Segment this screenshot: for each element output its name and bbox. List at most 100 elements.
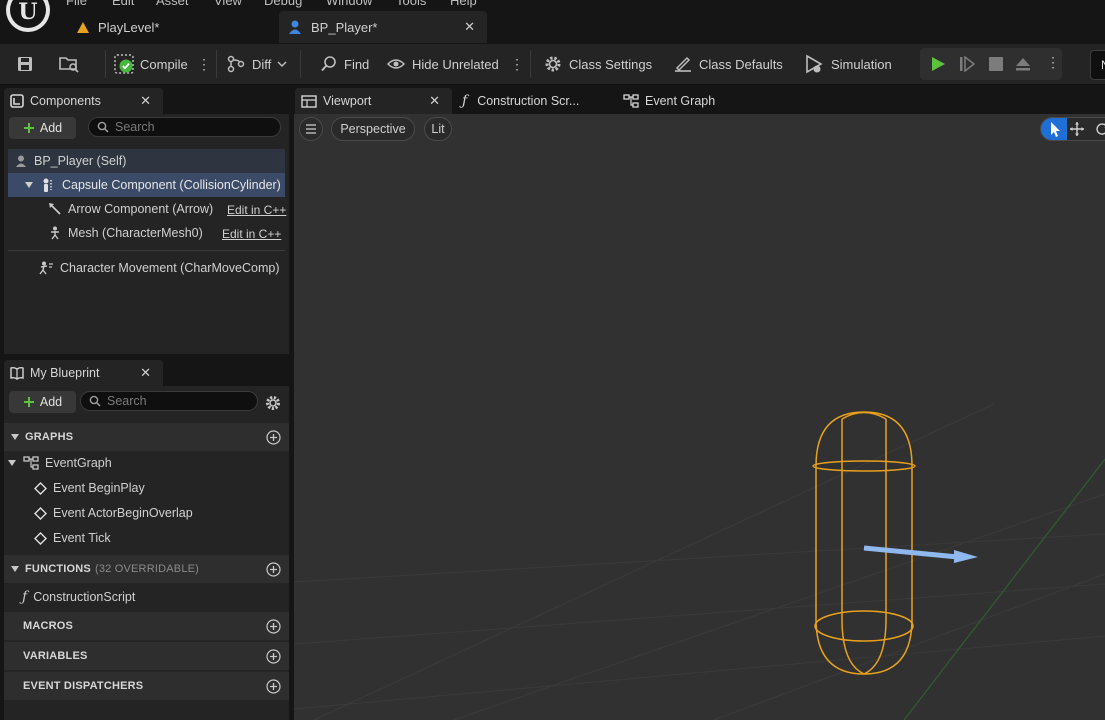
rotate-tool-icon[interactable] [1095, 122, 1105, 136]
variables-section-header[interactable]: VARIABLES [4, 642, 289, 670]
add-component-button[interactable]: Add [9, 117, 76, 139]
add-dispatcher-icon[interactable] [266, 679, 281, 694]
functions-section-header[interactable]: FUNCTIONS (32 OVERRIDABLE) [4, 555, 289, 583]
close-icon[interactable]: ✕ [140, 365, 151, 381]
eject-icon[interactable] [1015, 56, 1031, 72]
tab-viewport[interactable]: Viewport ✕ [295, 88, 452, 114]
perspective-button[interactable]: Perspective [331, 117, 415, 141]
menu-help[interactable]: Help [450, 0, 477, 8]
edit-in-cpp-link[interactable]: Edit in C++ [227, 203, 286, 217]
tree-item-arrow[interactable]: Arrow Component (Arrow) [48, 197, 213, 221]
event-icon [34, 531, 47, 545]
class-defaults-icon [673, 54, 693, 74]
compile-success-icon [114, 54, 134, 74]
browse-button[interactable] [58, 44, 80, 84]
viewport-icon [301, 94, 317, 108]
components-tab[interactable]: Components ✕ [4, 88, 163, 114]
menu-window[interactable]: Window [326, 0, 372, 8]
tree-item-capsule[interactable]: Capsule Component (CollisionCylinder) [8, 173, 285, 197]
tab-label: Construction Scr... [477, 94, 580, 108]
grid-axis-y [903, 458, 1105, 720]
viewport-menu-button[interactable] [299, 117, 323, 141]
doc-tab-playlevel[interactable]: PlayLevel* [64, 11, 276, 43]
collapse-arrow-icon [10, 432, 20, 442]
menu-view[interactable]: View [214, 0, 242, 8]
menu-tools[interactable]: Tools [396, 0, 426, 8]
close-icon[interactable]: ✕ [140, 93, 151, 109]
add-function-icon[interactable] [266, 562, 281, 577]
simulation-label: Simulation [831, 56, 892, 72]
actor-self-icon [14, 154, 28, 168]
event-item[interactable]: Event Tick [34, 526, 111, 550]
move-tool-icon[interactable] [1069, 121, 1085, 137]
find-button[interactable]: Find [320, 44, 369, 84]
play-icon[interactable] [930, 56, 946, 72]
menu-asset[interactable]: Asset [156, 0, 189, 8]
dispatchers-section-header[interactable]: EVENT DISPATCHERS [4, 672, 289, 700]
search-placeholder: Search [115, 120, 155, 134]
advance-frame-icon[interactable] [959, 56, 975, 72]
event-graph-item[interactable]: EventGraph [7, 451, 112, 475]
hide-unrelated-button[interactable]: Hide Unrelated [386, 44, 499, 84]
settings-gear-icon[interactable] [264, 394, 282, 412]
hide-options-icon[interactable]: ⋮ [510, 44, 524, 84]
save-button[interactable] [16, 44, 34, 84]
compile-label: Compile [140, 56, 188, 72]
tree-item-mesh[interactable]: Mesh (CharacterMesh0) [48, 221, 203, 245]
components-search-input[interactable]: Search [88, 117, 281, 137]
event-item[interactable]: Event ActorBeginOverlap [34, 501, 193, 525]
tab-construction-script[interactable]: ƒ Construction Scr... [462, 88, 579, 114]
macros-section-header[interactable]: MACROS [4, 612, 289, 640]
add-graph-icon[interactable] [266, 430, 281, 445]
graphs-section-header[interactable]: GRAPHS [4, 423, 289, 451]
add-macro-icon[interactable] [266, 619, 281, 634]
character-movement-icon [38, 261, 54, 275]
viewport-canvas[interactable] [294, 114, 1105, 720]
tree-item-root[interactable]: BP_Player (Self) [8, 149, 285, 173]
add-variable-icon[interactable] [266, 649, 281, 664]
lit-mode-button[interactable]: Lit [424, 117, 452, 141]
forward-arrow [863, 545, 978, 563]
close-icon[interactable]: ✕ [429, 93, 440, 109]
tree-item-movement[interactable]: Character Movement (CharMoveComp) [38, 256, 280, 280]
play-options-icon[interactable]: ⋮ [1046, 54, 1060, 71]
tree-item-label: Capsule Component (CollisionCylinder) [62, 178, 281, 192]
collapse-arrow-icon[interactable] [24, 180, 34, 190]
compile-options-icon[interactable]: ⋮ [197, 44, 211, 84]
event-graph-icon [23, 456, 39, 470]
simulation-button[interactable]: Simulation [803, 44, 892, 84]
doc-tab-label: PlayLevel* [98, 19, 160, 35]
menu-edit[interactable]: Edit [112, 0, 134, 8]
edit-in-cpp-link[interactable]: Edit in C++ [222, 227, 281, 241]
diff-button[interactable]: Diff [226, 44, 287, 84]
class-defaults-button[interactable]: Class Defaults [673, 44, 783, 84]
my-blueprint-tab-label: My Blueprint [30, 366, 100, 380]
capsule-collision-wireframe [812, 411, 916, 675]
my-blueprint-tab[interactable]: My Blueprint ✕ [4, 360, 163, 386]
function-label: ConstructionScript [33, 590, 136, 604]
platform-button[interactable]: N [1090, 50, 1105, 80]
tab-label: Viewport [323, 94, 372, 108]
construction-script-item[interactable]: ƒ ConstructionScript [22, 585, 135, 609]
search-icon [97, 121, 109, 133]
tree-item-label: Character Movement (CharMoveComp) [60, 261, 280, 275]
menu-file[interactable]: File [66, 0, 87, 8]
function-icon: ƒ [462, 93, 468, 109]
compile-button[interactable]: Compile [114, 44, 188, 84]
collapse-arrow-icon[interactable] [7, 458, 17, 468]
class-settings-button[interactable]: Class Settings [543, 44, 652, 84]
menu-debug[interactable]: Debug [264, 0, 302, 8]
add-member-button[interactable]: Add [9, 391, 76, 413]
search-placeholder: Search [107, 394, 147, 408]
find-icon [320, 55, 338, 73]
blueprint-search-input[interactable]: Search [80, 391, 258, 411]
event-item[interactable]: Event BeginPlay [34, 476, 145, 500]
select-tool-button[interactable] [1041, 118, 1067, 140]
components-tab-label: Components [30, 94, 101, 108]
capsule-component-icon [40, 177, 56, 193]
stop-icon[interactable] [988, 56, 1004, 72]
collapse-arrow-icon [10, 564, 20, 574]
tab-event-graph[interactable]: Event Graph [623, 88, 715, 114]
doc-tab-bp-player[interactable]: BP_Player* ✕ [279, 11, 487, 43]
close-tab-icon[interactable]: ✕ [464, 19, 475, 35]
